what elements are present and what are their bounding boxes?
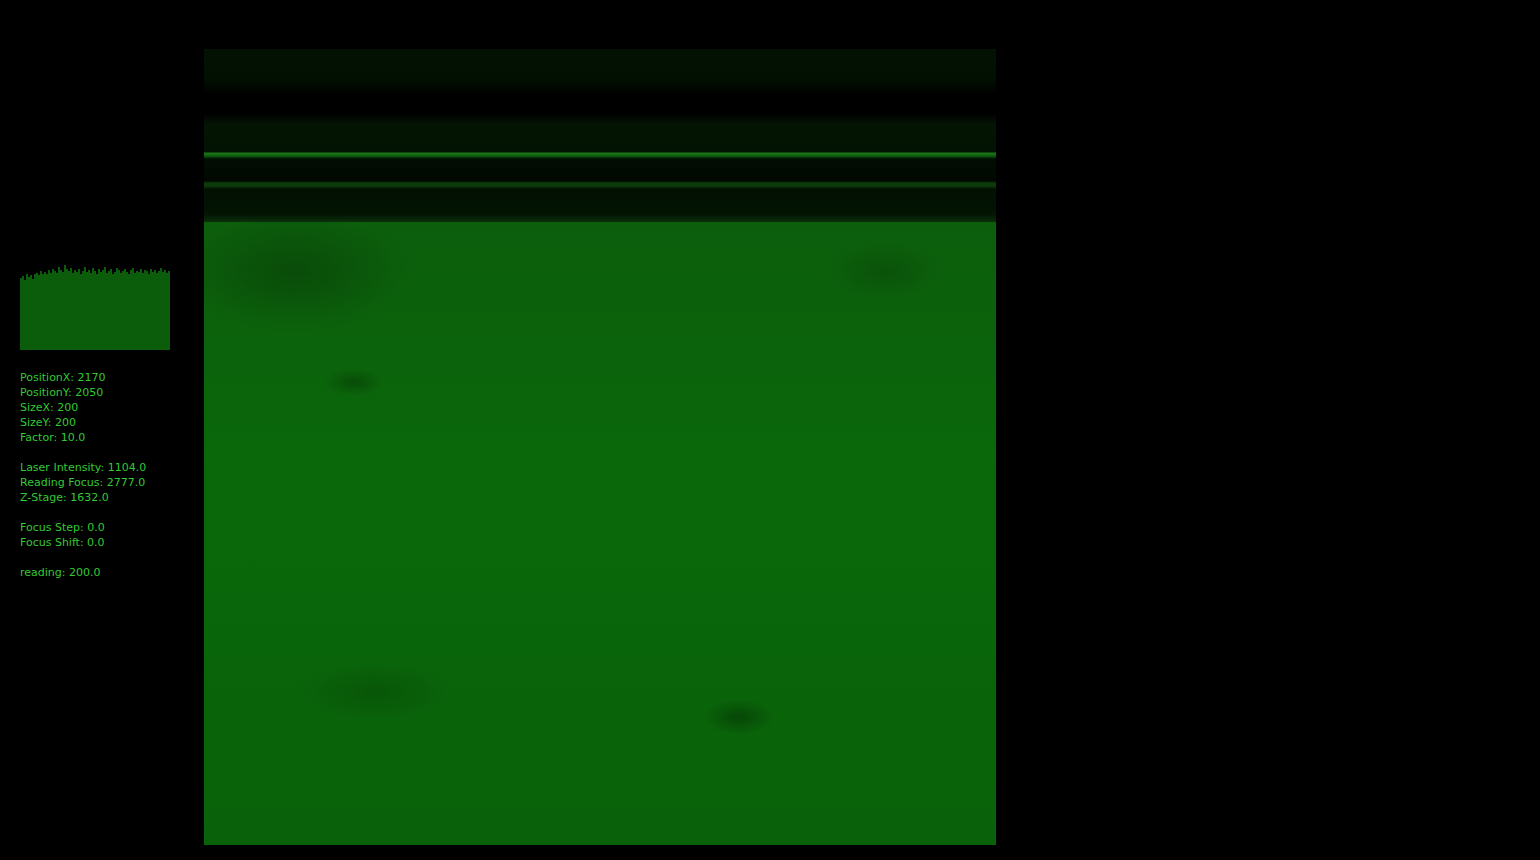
info-group: Laser Intensity: 1104.0Reading Focus: 27…	[20, 460, 204, 505]
info-group: PositionX: 2170PositionY: 2050SizeX: 200…	[20, 370, 204, 445]
info-line: Focus Step: 0.0	[20, 520, 204, 535]
viewer: PositionX: 2170PositionY: 2050SizeX: 200…	[0, 0, 1540, 845]
info-line: Z-Stage: 1632.0	[20, 490, 204, 505]
info-group: Focus Step: 0.0Focus Shift: 0.0	[20, 520, 204, 550]
info-group: reading: 200.0	[20, 565, 204, 580]
scan-image[interactable]	[204, 49, 996, 845]
info-panel: PositionX: 2170PositionY: 2050SizeX: 200…	[20, 370, 204, 580]
info-line: PositionX: 2170	[20, 370, 204, 385]
side-panel: PositionX: 2170PositionY: 2050SizeX: 200…	[0, 0, 204, 845]
info-line: SizeY: 200	[20, 415, 204, 430]
info-line: Reading Focus: 2777.0	[20, 475, 204, 490]
histogram-bar	[168, 271, 170, 350]
histogram	[20, 260, 170, 350]
info-line: Factor: 10.0	[20, 430, 204, 445]
info-line: Focus Shift: 0.0	[20, 535, 204, 550]
info-line: PositionY: 2050	[20, 385, 204, 400]
info-line: Laser Intensity: 1104.0	[20, 460, 204, 475]
info-line: reading: 200.0	[20, 565, 204, 580]
info-line: SizeX: 200	[20, 400, 204, 415]
scan-field	[204, 222, 996, 845]
scan-header-rows	[204, 49, 996, 222]
